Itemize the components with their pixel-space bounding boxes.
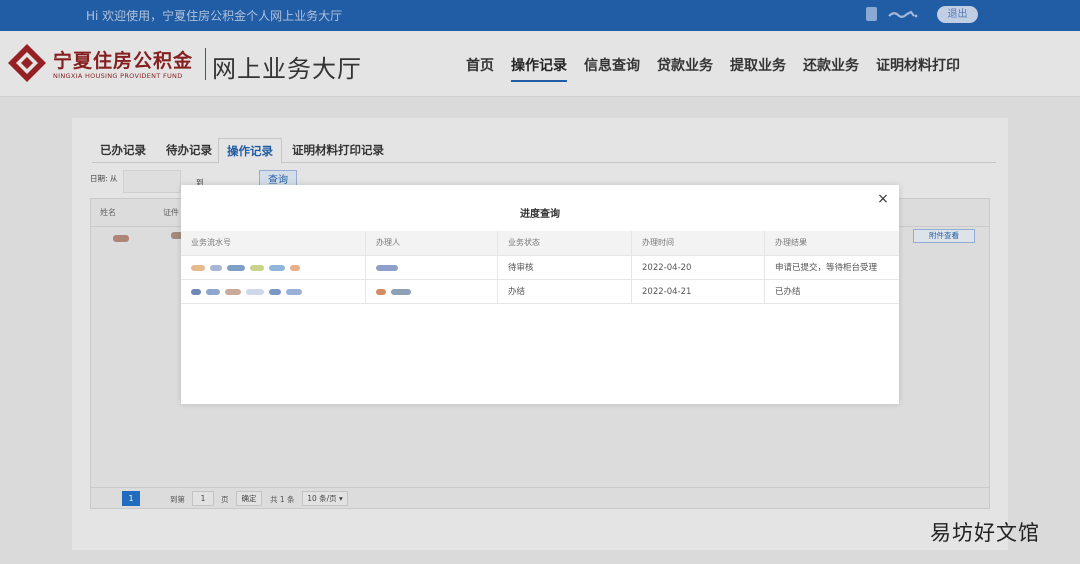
col-status: 业务状态 xyxy=(498,231,632,255)
row-time: 2022-04-21 xyxy=(632,280,765,303)
col-result: 办理结果 xyxy=(775,238,807,247)
row-time: 2022-04-20 xyxy=(632,256,765,279)
redacted-handler xyxy=(366,280,498,303)
dialog-title: 进度查询 xyxy=(520,209,560,220)
row-result: 申请已提交，等待柜台受理 xyxy=(775,263,878,273)
table-header: 业务流水号 办理人 业务状态 办理时间 办理结果 xyxy=(181,231,899,256)
redacted-serial xyxy=(181,256,366,279)
progress-table: 业务流水号 办理人 业务状态 办理时间 办理结果 待审核 2022-04-20 … xyxy=(181,231,899,304)
row-result: 已办结 xyxy=(775,287,801,297)
table-row: 办结 2022-04-21 已办结 xyxy=(181,280,899,304)
watermark: 易坊好文馆 xyxy=(930,521,1040,545)
redacted-handler xyxy=(366,256,498,279)
row-status: 待审核 xyxy=(498,256,632,279)
col-handler: 办理人 xyxy=(366,231,498,255)
redacted-serial xyxy=(181,280,366,303)
progress-dialog: × 进度查询 业务流水号 办理人 业务状态 办理时间 办理结果 待审核 2022… xyxy=(181,185,899,404)
table-row: 待审核 2022-04-20 申请已提交，等待柜台受理 xyxy=(181,256,899,280)
col-serial: 业务流水号 xyxy=(181,231,366,255)
row-status: 办结 xyxy=(498,280,632,303)
col-time: 办理时间 xyxy=(632,231,765,255)
